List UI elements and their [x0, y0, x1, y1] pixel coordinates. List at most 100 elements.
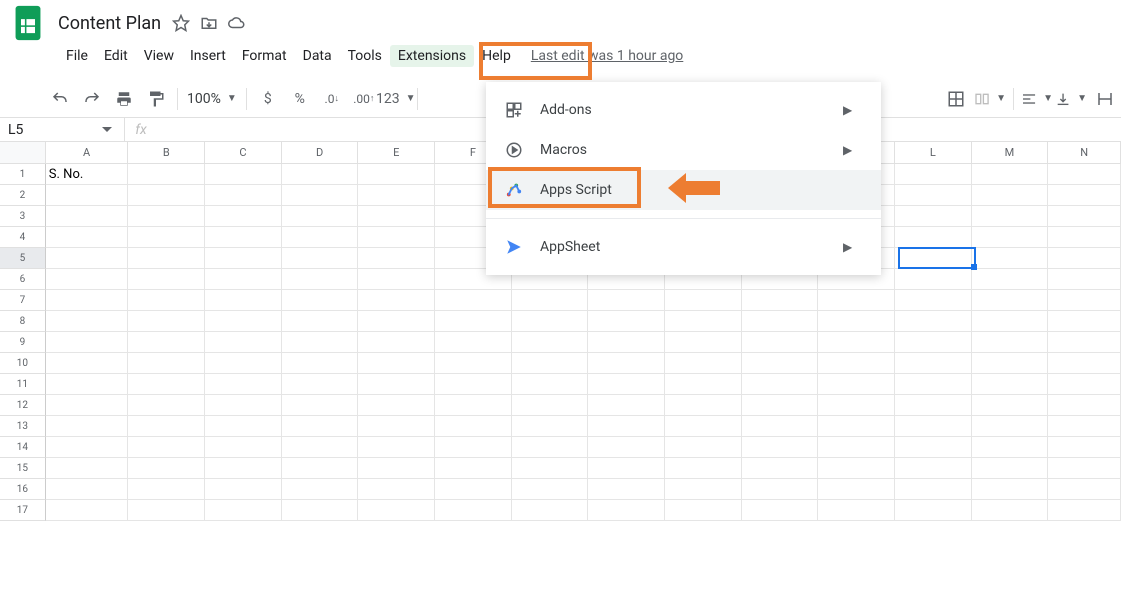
- cell[interactable]: [742, 353, 819, 374]
- cell[interactable]: [282, 290, 359, 311]
- cell[interactable]: [128, 332, 205, 353]
- format-percent-button[interactable]: %: [284, 86, 316, 112]
- vertical-align-button[interactable]: ▼: [1055, 86, 1087, 112]
- row-header[interactable]: 7: [0, 290, 46, 311]
- cell[interactable]: [1048, 500, 1121, 521]
- cell[interactable]: [588, 437, 665, 458]
- cell[interactable]: [895, 416, 972, 437]
- cell[interactable]: [665, 416, 742, 437]
- merge-cells-button[interactable]: ▼: [974, 86, 1006, 112]
- cell[interactable]: [665, 458, 742, 479]
- cell[interactable]: [128, 311, 205, 332]
- cell[interactable]: [358, 164, 435, 185]
- cell[interactable]: [46, 416, 129, 437]
- cell[interactable]: [665, 311, 742, 332]
- cell[interactable]: [742, 437, 819, 458]
- menu-tools[interactable]: Tools: [340, 45, 390, 67]
- cell[interactable]: [972, 437, 1049, 458]
- cell[interactable]: [282, 248, 359, 269]
- cell[interactable]: [205, 248, 282, 269]
- format-currency-button[interactable]: $: [252, 86, 284, 112]
- cell[interactable]: [205, 227, 282, 248]
- cell[interactable]: [665, 374, 742, 395]
- cell[interactable]: [205, 269, 282, 290]
- cell[interactable]: [972, 311, 1049, 332]
- menu-insert[interactable]: Insert: [182, 45, 234, 67]
- cell[interactable]: [512, 395, 589, 416]
- row-header[interactable]: 13: [0, 416, 46, 437]
- last-edit-link[interactable]: Last edit was 1 hour ago: [531, 48, 683, 64]
- cell[interactable]: [512, 332, 589, 353]
- cell[interactable]: [46, 500, 129, 521]
- cell[interactable]: [972, 206, 1049, 227]
- cell[interactable]: [665, 332, 742, 353]
- cell[interactable]: [128, 290, 205, 311]
- cell[interactable]: [895, 248, 972, 269]
- print-button[interactable]: [108, 86, 140, 112]
- cell[interactable]: [435, 311, 512, 332]
- row-header[interactable]: 10: [0, 353, 46, 374]
- cell[interactable]: [282, 395, 359, 416]
- cell[interactable]: [972, 185, 1049, 206]
- cell[interactable]: [205, 437, 282, 458]
- cell[interactable]: [665, 500, 742, 521]
- cell[interactable]: [205, 416, 282, 437]
- cell[interactable]: [665, 395, 742, 416]
- cell[interactable]: [512, 479, 589, 500]
- cell[interactable]: [895, 269, 972, 290]
- cell[interactable]: [46, 437, 129, 458]
- cell[interactable]: [818, 479, 895, 500]
- menu-data[interactable]: Data: [295, 45, 340, 67]
- column-header[interactable]: E: [358, 142, 435, 163]
- name-box[interactable]: L5: [0, 118, 52, 141]
- cell[interactable]: [588, 458, 665, 479]
- cell[interactable]: [128, 395, 205, 416]
- cell[interactable]: [128, 248, 205, 269]
- more-formats-button[interactable]: 123▼: [380, 86, 412, 112]
- move-icon[interactable]: [199, 13, 219, 33]
- cell[interactable]: [512, 416, 589, 437]
- cell[interactable]: [435, 290, 512, 311]
- cell[interactable]: [818, 374, 895, 395]
- text-wrap-button[interactable]: [1089, 86, 1121, 112]
- cell[interactable]: [742, 500, 819, 521]
- cell[interactable]: [358, 311, 435, 332]
- cell[interactable]: [205, 353, 282, 374]
- cell[interactable]: [1048, 416, 1121, 437]
- menu-item-apps-script[interactable]: Apps Script: [486, 170, 881, 210]
- cell[interactable]: [1048, 227, 1121, 248]
- cell[interactable]: [1048, 311, 1121, 332]
- cell[interactable]: [46, 374, 129, 395]
- cell[interactable]: [895, 458, 972, 479]
- cell[interactable]: [282, 185, 359, 206]
- cell[interactable]: [818, 500, 895, 521]
- column-header[interactable]: C: [205, 142, 282, 163]
- cell[interactable]: [972, 374, 1049, 395]
- cell[interactable]: [46, 227, 129, 248]
- cell[interactable]: [1048, 374, 1121, 395]
- row-header[interactable]: 9: [0, 332, 46, 353]
- cell[interactable]: [205, 206, 282, 227]
- menu-help[interactable]: Help: [474, 45, 519, 67]
- cell[interactable]: [972, 227, 1049, 248]
- cell[interactable]: [895, 164, 972, 185]
- cell[interactable]: [1048, 185, 1121, 206]
- row-header[interactable]: 8: [0, 311, 46, 332]
- column-header[interactable]: B: [128, 142, 205, 163]
- cell[interactable]: [205, 395, 282, 416]
- cell[interactable]: [588, 395, 665, 416]
- cell[interactable]: [588, 332, 665, 353]
- zoom-select[interactable]: 100%▼: [183, 91, 241, 107]
- row-header[interactable]: 14: [0, 437, 46, 458]
- cell[interactable]: [1048, 248, 1121, 269]
- cell[interactable]: [205, 290, 282, 311]
- cell[interactable]: [358, 500, 435, 521]
- cell[interactable]: [665, 353, 742, 374]
- cell[interactable]: [1048, 290, 1121, 311]
- cell[interactable]: [512, 353, 589, 374]
- cell[interactable]: [1048, 353, 1121, 374]
- cell[interactable]: [128, 458, 205, 479]
- cell[interactable]: [435, 458, 512, 479]
- cell[interactable]: [895, 374, 972, 395]
- cell[interactable]: [895, 332, 972, 353]
